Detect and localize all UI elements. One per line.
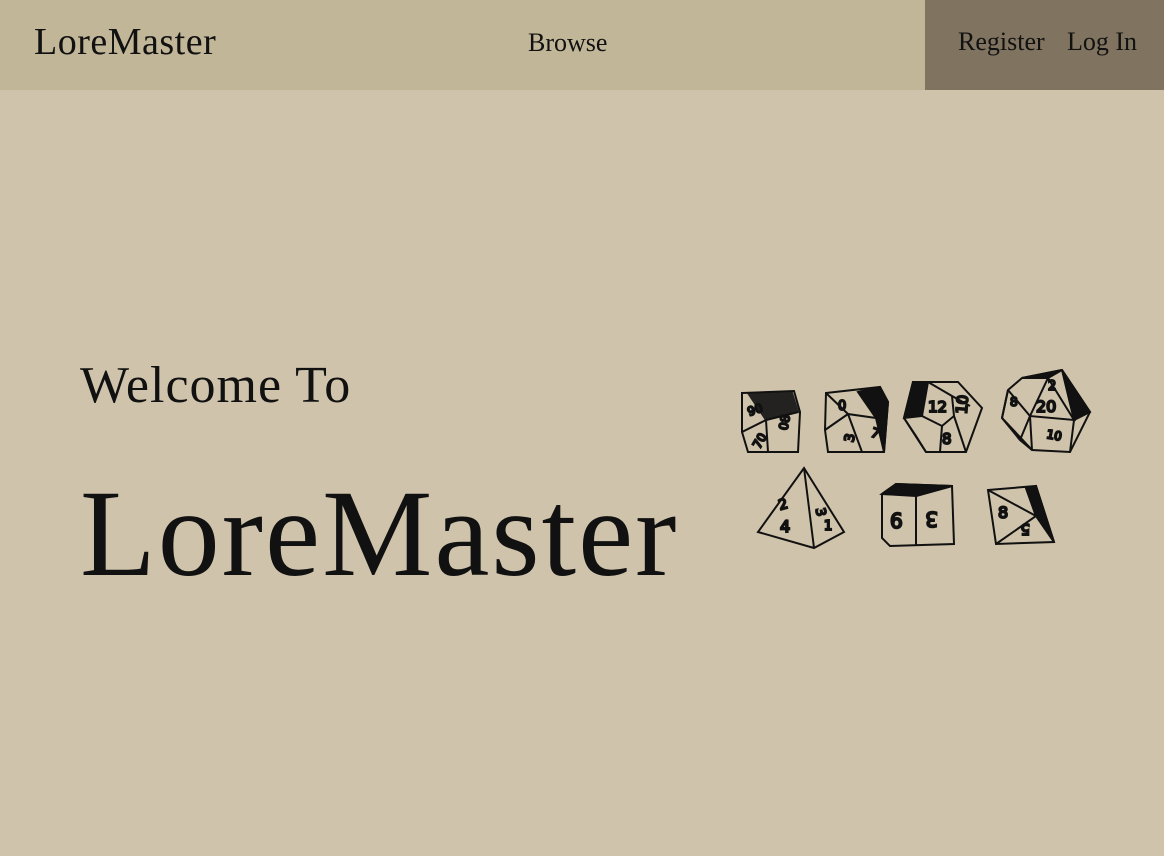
d8-icon: 8 5 [986,484,1056,546]
dice-label: 0 [838,399,846,414]
dice-label: 20 [1036,397,1056,416]
dice-label: 10 [1045,427,1062,443]
dice-label: 1 [824,519,832,534]
d12-icon: 12 10 8 [902,381,984,453]
d6-icon: 6 3 [879,482,956,548]
dice-label: 8 [1010,395,1018,409]
d10-percentile-icon: 90 08 70 [741,389,802,453]
dice-set-icon: 90 08 70 0 7 3 12 10 8 2 20 10 8 2 4 3 1 [741,368,1092,550]
dice-label: 2 [1048,379,1056,394]
hero-title: LoreMaster [80,465,679,602]
d10-icon: 0 7 3 [823,385,890,453]
dice-label: 12 [928,398,947,416]
brand-logo-link[interactable]: LoreMaster [34,20,216,64]
dice-label: 3 [925,507,938,531]
dice-label: 6 [890,509,903,533]
dice-label: 5 [1020,520,1030,538]
browse-link[interactable]: Browse [528,28,607,58]
hero-welcome-text: Welcome To [80,357,352,414]
d20-icon: 2 20 10 8 [1000,368,1092,454]
register-link[interactable]: Register [958,27,1045,57]
dice-label: 10 [953,394,973,415]
auth-panel: Register Log In [925,0,1164,90]
top-navbar: LoreMaster Browse Register Log In [0,0,1164,90]
d4-icon: 2 4 3 1 [756,466,846,550]
dice-label: 8 [942,430,952,448]
login-link[interactable]: Log In [1067,27,1137,57]
dice-label: 4 [780,517,790,536]
dice-label: 8 [998,503,1008,522]
dice-label: 08 [776,414,792,431]
